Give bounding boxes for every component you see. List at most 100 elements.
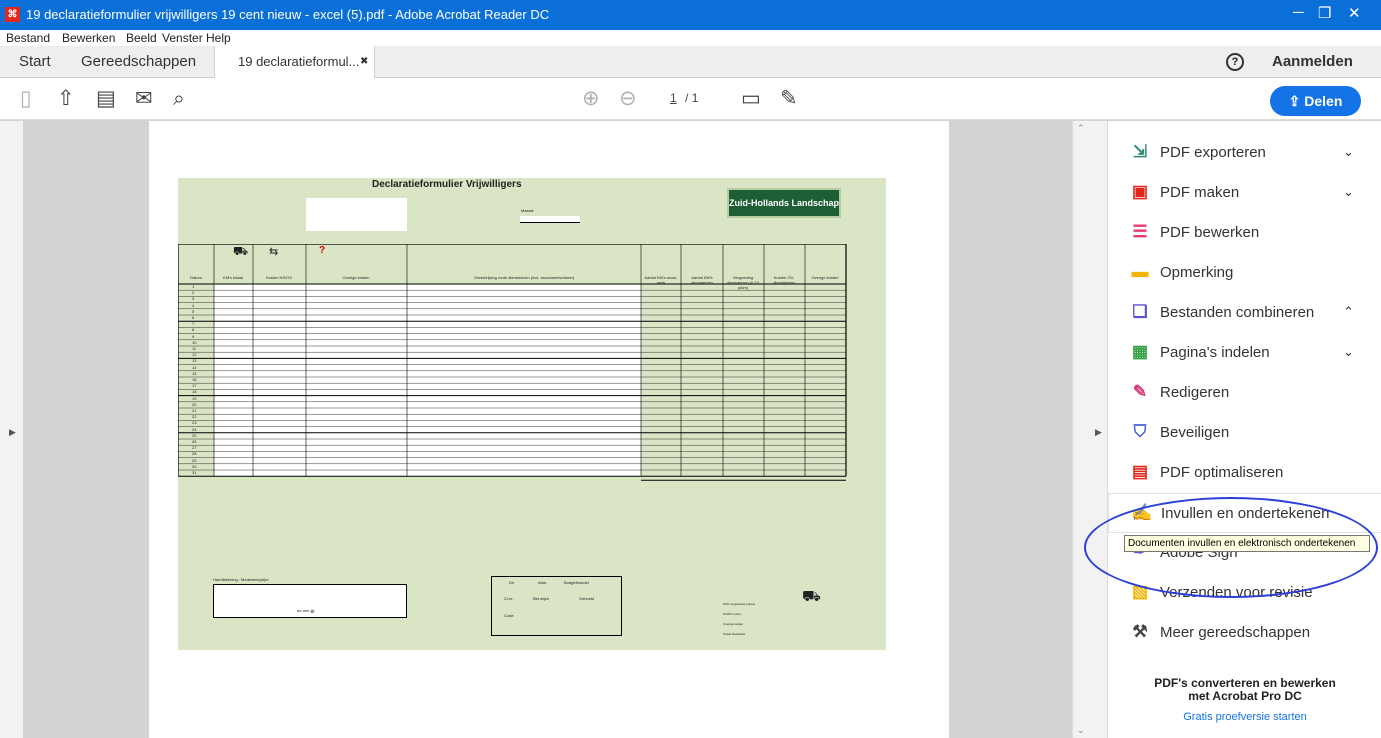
row-number: 28	[192, 451, 197, 457]
menu-beeld[interactable]: Beeld	[126, 31, 157, 45]
row-number: 22	[192, 414, 197, 420]
collapse-right-icon: ▶	[1095, 427, 1102, 437]
admin-code: Code	[504, 613, 514, 618]
organize-pages-icon: ▦	[1131, 342, 1149, 361]
help-icon[interactable]: ?	[1226, 53, 1244, 71]
tab-document[interactable]: 19 declaratieformul... ✖	[214, 46, 375, 79]
month-input[interactable]	[520, 216, 580, 223]
admin-dir: Dir	[509, 580, 515, 585]
row-number: 10	[192, 339, 197, 345]
row-number: 17	[192, 383, 197, 389]
row-number: 11	[192, 346, 197, 351]
promo-line2: met Acrobat Pro DC	[1188, 689, 1302, 703]
row-number: 9	[192, 333, 195, 339]
row-number: 2	[192, 290, 195, 296]
total-ov: OV/NS reizen	[723, 612, 742, 616]
tool-label: Redigeren	[1160, 384, 1230, 401]
page-number-input[interactable]: 1	[665, 91, 682, 105]
car-icon-small: ⛟	[802, 588, 821, 605]
tool-optimize-pdf[interactable]: ▤ PDF optimaliseren	[1108, 453, 1381, 493]
admin-box: Dir Adm. Budgethouder Cr.nr. Bet.wijze G…	[491, 576, 622, 636]
tool-create-pdf[interactable]: ▣ PDF maken ⌄	[1108, 173, 1381, 213]
upload-icon[interactable]: ⇧	[57, 87, 75, 111]
email-icon[interactable]: ✉	[135, 87, 153, 111]
chevron-icon[interactable]: ⌃	[1343, 304, 1354, 320]
column-header: KM's totaal	[223, 275, 243, 280]
edit-pdf-icon: ☰	[1132, 222, 1148, 241]
column-header: Omschrijving route dienstreizen (incl. w…	[473, 275, 575, 280]
row-number: 12	[192, 352, 197, 358]
entry-area[interactable]	[214, 284, 407, 477]
highlight-ellipse	[1084, 497, 1378, 598]
tool-organize-pages[interactable]: ▦ Pagina's indelen ⌄	[1108, 333, 1381, 373]
column-header: Overige kosten	[811, 275, 839, 280]
acrobat-icon: ⌘	[5, 7, 20, 22]
row-number: 16	[192, 377, 197, 382]
column-header: Datum	[190, 275, 202, 280]
row-number: 26	[192, 439, 197, 444]
comment-tool-icon[interactable]: ▭	[741, 87, 761, 111]
tool-more-tools[interactable]: ⚒ Meer gereedschappen	[1108, 613, 1381, 653]
menu-help[interactable]: Help	[206, 31, 231, 45]
column-header: Vergoeding dienstreizen (0,19 p/km)	[727, 275, 759, 290]
tool-protect[interactable]: ⛉ Beveiligen	[1108, 413, 1381, 453]
admin-geboekt: Geboekt	[579, 596, 595, 601]
question-box-icon: ?	[319, 245, 326, 256]
admin-adm: Adm.	[538, 580, 548, 585]
column-header: Aantal KM's woon-werk	[644, 275, 678, 285]
form-table	[178, 244, 847, 481]
row-number: 13	[192, 358, 197, 364]
combine-files-icon: ❏	[1132, 302, 1148, 321]
menu-bewerken[interactable]: Bewerken	[62, 31, 115, 45]
print-icon[interactable]: ▤	[96, 87, 116, 111]
chevron-icon[interactable]: ⌄	[1343, 344, 1354, 360]
maximize-button[interactable]: ❐	[1318, 4, 1331, 22]
sign-in-link[interactable]: Aanmelden	[1272, 46, 1353, 78]
car-icon: ⛟	[233, 244, 249, 258]
save-icon[interactable]: ▯	[20, 87, 32, 111]
search-icon[interactable]: ⌕	[173, 87, 185, 111]
comment-icon: ▬	[1131, 262, 1149, 281]
tool-export-pdf[interactable]: ⇲ PDF exporteren ⌄	[1108, 133, 1381, 173]
chevron-icon[interactable]: ⌄	[1343, 184, 1354, 200]
share-button[interactable]: ⇪ Delen	[1270, 86, 1361, 116]
tool-comment[interactable]: ▬ Opmerking	[1108, 253, 1381, 293]
chevron-icon[interactable]: ⌄	[1343, 144, 1354, 160]
row-number: 8	[192, 327, 195, 333]
row-number: 4	[192, 302, 195, 308]
tool-label: Pagina's indelen	[1160, 344, 1270, 361]
page-down-icon[interactable]: ⊖	[619, 87, 637, 111]
title-bar: ⌘ 19 declaratieformulier vrijwilligers 1…	[0, 0, 1381, 30]
vertical-scrollbar[interactable]: ⌃ ⌄	[1072, 121, 1089, 738]
scroll-down-icon[interactable]: ⌄	[1077, 725, 1085, 736]
free-trial-link[interactable]: Gratis proefversie starten	[1108, 711, 1381, 723]
logo-zuid-hollands-landschap: Zuid-Hollands Landschap	[727, 188, 841, 218]
row-number: 5	[192, 308, 195, 314]
page-up-icon[interactable]: ⊕	[582, 87, 600, 111]
scroll-up-icon[interactable]: ⌃	[1077, 123, 1085, 134]
personal-info-box[interactable]	[306, 198, 407, 231]
total-declaration: Totaal Declaratie	[723, 632, 746, 636]
left-panel-toggle[interactable]: ▶	[0, 121, 23, 738]
pen-tool-icon[interactable]: ✎	[780, 87, 798, 111]
minimize-button[interactable]: ─	[1293, 4, 1304, 21]
tool-label: PDF maken	[1160, 184, 1240, 201]
share-label: Delen	[1304, 93, 1343, 109]
ns-train-icon: ⇆	[269, 246, 279, 258]
tool-redact[interactable]: ✎ Redigeren	[1108, 373, 1381, 413]
tab-start[interactable]: Start	[19, 46, 51, 78]
right-panel-toggle[interactable]: ▶	[1089, 121, 1107, 738]
close-window-button[interactable]: ✕	[1348, 4, 1361, 22]
tool-combine-files[interactable]: ❏ Bestanden combineren ⌃	[1108, 293, 1381, 333]
tool-label: Bestanden combineren	[1160, 304, 1315, 321]
protect-icon: ⛉	[1133, 422, 1147, 441]
tab-tools[interactable]: Gereedschappen	[81, 46, 196, 78]
total-km: KM's vergoeding onkost	[723, 602, 755, 606]
tool-edit-pdf[interactable]: ☰ PDF bewerken	[1108, 213, 1381, 253]
total-other: Overige kosten	[723, 622, 744, 626]
menu-bestand[interactable]: Bestand	[6, 31, 50, 45]
close-tab-icon[interactable]: ✖	[360, 46, 368, 78]
menu-venster[interactable]: Venster	[162, 31, 203, 45]
row-number: 20	[192, 401, 197, 407]
entry-area[interactable]	[407, 284, 641, 477]
